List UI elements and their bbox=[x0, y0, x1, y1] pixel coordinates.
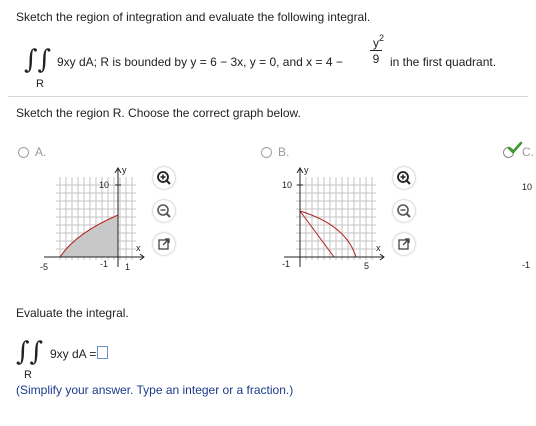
option-b-ytick-neg1: -1 bbox=[282, 259, 290, 269]
separator bbox=[8, 96, 528, 97]
double-integral-sign: ∫∫ bbox=[24, 45, 52, 75]
option-a-xtick-1: 1 bbox=[125, 262, 130, 272]
option-b-graph: y x 10 -1 5 bbox=[282, 165, 385, 271]
option-a-zoom-out-button[interactable] bbox=[153, 200, 175, 222]
option-b-xtick-5: 5 bbox=[364, 261, 369, 271]
option-a-ytick-10: 10 bbox=[99, 180, 109, 190]
option-a-ytick-neg1: -1 bbox=[100, 259, 108, 269]
evaluate-integrand: 9xy dA = bbox=[50, 347, 97, 361]
option-a-x-axis-label: x bbox=[136, 243, 141, 253]
option-b-label[interactable]: B. bbox=[278, 145, 289, 159]
region-subscript: R bbox=[36, 78, 44, 90]
check-icon bbox=[507, 141, 523, 154]
fraction-y2-over-9: y2 9 bbox=[370, 33, 385, 66]
zoom-in-icon bbox=[397, 171, 411, 185]
option-b-y-axis-label: y bbox=[304, 165, 309, 175]
option-a-radio[interactable] bbox=[18, 147, 29, 158]
fraction-exponent: 2 bbox=[379, 33, 385, 43]
option-c-ytick-neg1: -1 bbox=[522, 260, 531, 270]
option-a-graph: y x 10 -5 -1 1 bbox=[40, 165, 145, 272]
double-integral-sign-2: ∫∫ bbox=[16, 337, 44, 367]
answer-hint: (Simplify your answer. Type an integer o… bbox=[16, 383, 294, 397]
option-c-label[interactable]: C. bbox=[522, 145, 534, 159]
option-a-region bbox=[59, 214, 119, 258]
popout-icon bbox=[158, 238, 170, 250]
option-b-popout-button[interactable] bbox=[393, 233, 415, 255]
option-b-zoom-out-button[interactable] bbox=[393, 200, 415, 222]
sketch-prompt: Sketch the region R. Choose the correct … bbox=[16, 106, 301, 120]
option-c-ytick-10: 10 bbox=[522, 182, 533, 192]
option-a-y-axis-label: y bbox=[122, 165, 127, 175]
zoom-out-icon bbox=[397, 204, 411, 218]
answer-input[interactable] bbox=[97, 346, 108, 359]
evaluate-prompt: Evaluate the integral. bbox=[16, 306, 129, 320]
region-subscript-2: R bbox=[24, 369, 32, 381]
option-a-label[interactable]: A. bbox=[35, 145, 46, 159]
instruction-text: Sketch the region of integration and eva… bbox=[16, 10, 371, 24]
option-b-ytick-10: 10 bbox=[282, 180, 292, 190]
option-b-zoom-in-button[interactable] bbox=[393, 167, 415, 189]
fraction-denominator: 9 bbox=[372, 52, 380, 66]
option-b-x-axis-label: x bbox=[376, 243, 381, 253]
quadrant-text: in the first quadrant. bbox=[390, 55, 497, 69]
option-a-popout-button[interactable] bbox=[153, 233, 175, 255]
option-b-radio[interactable] bbox=[261, 147, 272, 158]
integrand-text: 9xy dA; R is bounded by y = 6 − 3x, y = … bbox=[57, 55, 343, 69]
popout-icon bbox=[398, 238, 410, 250]
option-a-zoom-in-button[interactable] bbox=[153, 167, 175, 189]
zoom-in-icon bbox=[157, 171, 171, 185]
option-a-xtick-neg5: -5 bbox=[40, 262, 48, 272]
zoom-out-icon bbox=[157, 204, 171, 218]
